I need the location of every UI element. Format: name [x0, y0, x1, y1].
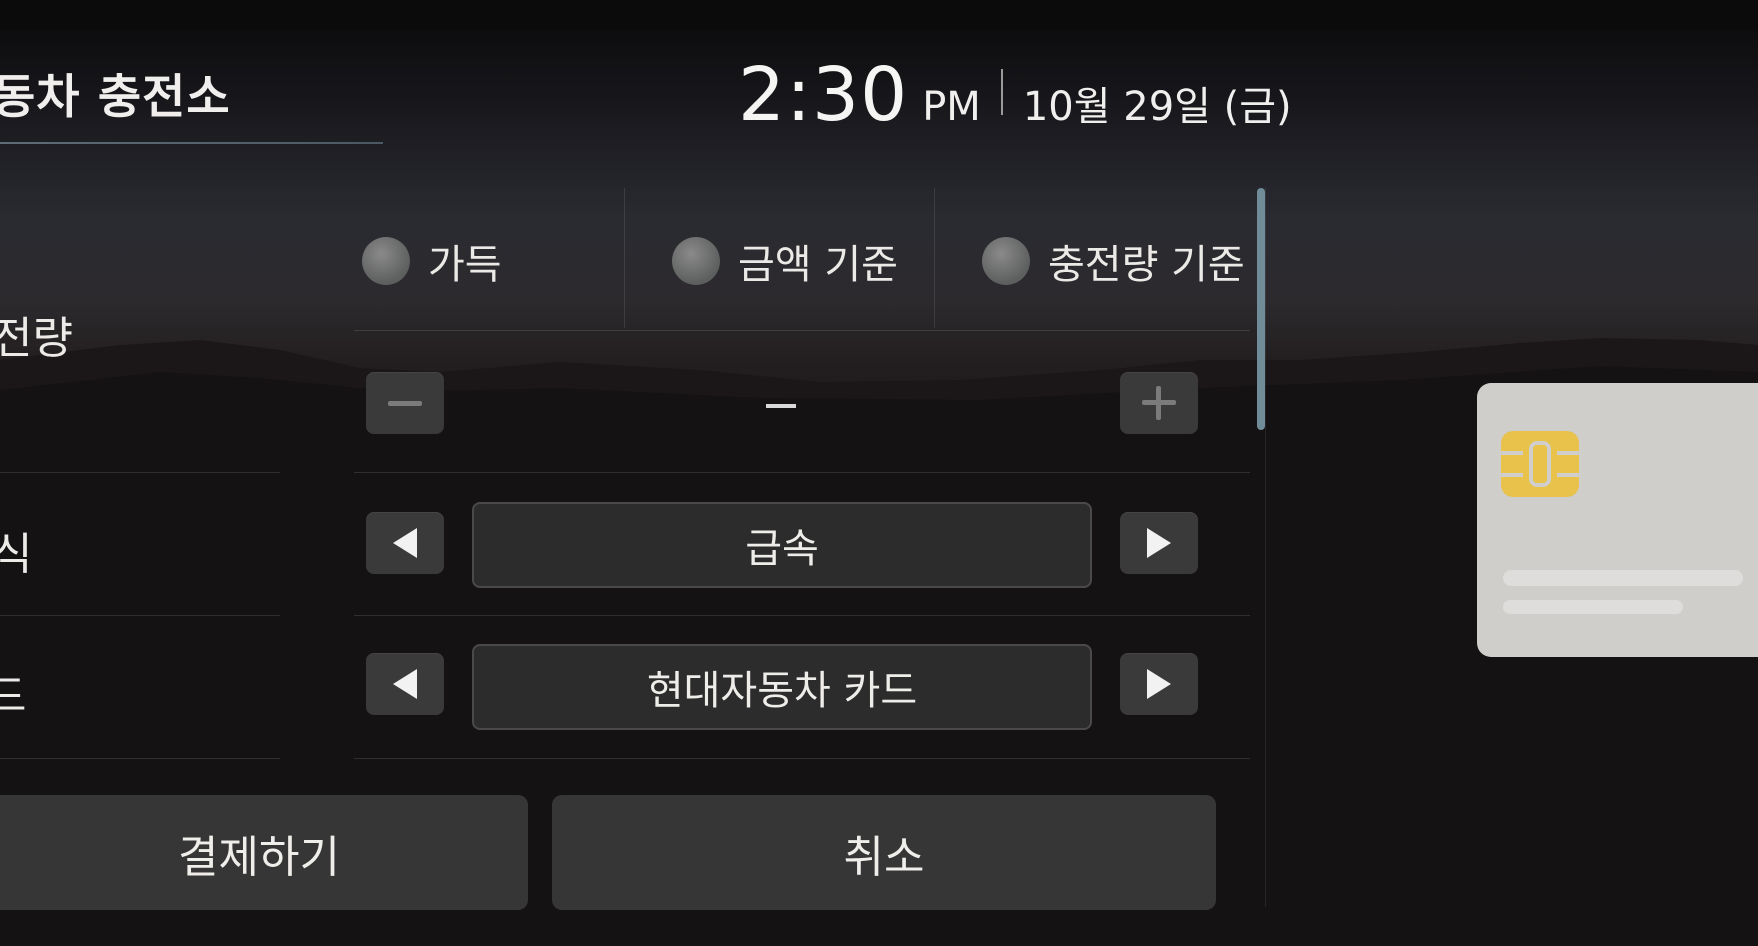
card-number-line — [1503, 570, 1743, 586]
clock-date: 10월 29일 (금) — [1022, 84, 1292, 130]
plus-icon — [1142, 386, 1176, 420]
row-divider — [0, 758, 280, 759]
triangle-right-icon — [1147, 528, 1171, 558]
row-divider — [0, 472, 280, 473]
card-next-button[interactable] — [1120, 653, 1198, 715]
scrollbar-thumb[interactable] — [1257, 188, 1265, 430]
row-divider — [0, 615, 280, 616]
charge-type-next-button[interactable] — [1120, 512, 1198, 574]
pay-button[interactable]: 결제하기 — [0, 795, 528, 910]
option-by-charge[interactable]: 충전량 기준 — [982, 192, 1245, 330]
option-divider — [934, 188, 935, 328]
charging-station-screen: 동차 충전소 2:30 PM 10월 29일 (금) 전량 식 드 가득 금액 … — [0, 0, 1758, 946]
page-title: 동차 충전소 — [0, 70, 231, 125]
row-divider — [354, 330, 1250, 331]
title-underline — [0, 142, 383, 144]
scrollbar-track[interactable] — [1265, 187, 1266, 907]
option-label: 가득 — [428, 242, 502, 288]
triangle-left-icon — [393, 669, 417, 699]
credit-card-icon — [1477, 383, 1758, 657]
increase-button[interactable] — [1120, 372, 1198, 434]
clock-time: 2:30 — [738, 52, 909, 138]
card-label: 드 — [0, 671, 27, 722]
card-name-line — [1503, 600, 1683, 614]
row-divider — [354, 472, 1250, 473]
decrease-button[interactable] — [366, 372, 444, 434]
clock-separator — [1000, 69, 1003, 115]
minus-icon — [388, 400, 422, 406]
radio-button[interactable] — [672, 237, 720, 285]
card-selector[interactable]: 현대자동차 카드 — [472, 644, 1092, 730]
option-divider — [624, 188, 625, 328]
amount-value — [766, 404, 796, 408]
radio-button[interactable] — [362, 237, 410, 285]
triangle-left-icon — [393, 528, 417, 558]
option-full[interactable]: 가득 — [362, 192, 502, 330]
clock-ampm: PM — [922, 84, 981, 130]
option-by-amount[interactable]: 금액 기준 — [672, 192, 898, 330]
status-clock: 2:30 PM 10월 29일 (금) — [738, 52, 1292, 138]
option-label: 충전량 기준 — [1048, 242, 1245, 288]
triangle-right-icon — [1147, 669, 1171, 699]
charge-amount-label: 전량 — [0, 313, 73, 364]
row-divider — [354, 758, 1250, 759]
card-prev-button[interactable] — [366, 653, 444, 715]
charge-type-selector[interactable]: 급속 — [472, 502, 1092, 588]
row-divider — [354, 615, 1250, 616]
charge-type-prev-button[interactable] — [366, 512, 444, 574]
option-label: 금액 기준 — [738, 242, 898, 288]
radio-button[interactable] — [982, 237, 1030, 285]
cancel-button[interactable]: 취소 — [552, 795, 1216, 910]
card-chip-icon — [1501, 431, 1579, 497]
charge-type-label: 식 — [0, 529, 33, 580]
